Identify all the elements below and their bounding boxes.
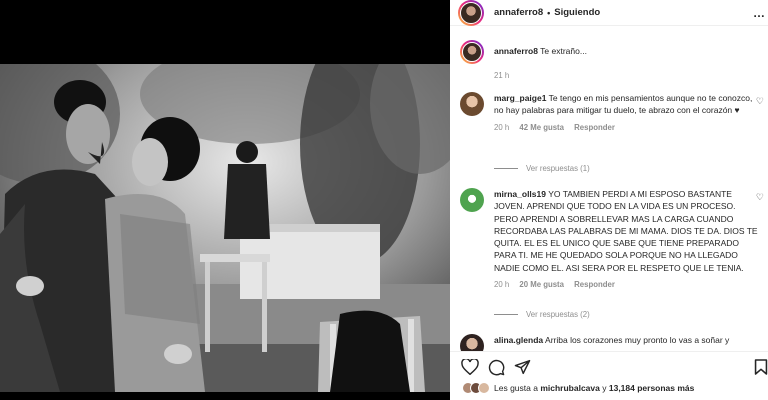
commenter-avatar[interactable] (460, 334, 484, 351)
comment-time[interactable]: 20 h (494, 280, 509, 289)
header-separator: • (547, 7, 551, 18)
post-media (0, 0, 450, 400)
liker-avatar (478, 382, 490, 394)
author-username[interactable]: annaferro8 (494, 7, 543, 18)
comment-username[interactable]: marg_paige1 (494, 93, 546, 103)
author-avatar[interactable] (458, 0, 484, 26)
comment-item: mirna_olls19 YO TAMBIEN PERDI A MI ESPOS… (460, 188, 764, 289)
view-replies-label: Ver respuestas (2) (526, 310, 590, 319)
reply-button[interactable]: Responder (574, 280, 615, 289)
comment-bubble-icon[interactable] (486, 357, 506, 377)
likes-prefix: Les gusta a (494, 383, 538, 393)
like-comment-icon[interactable]: ♡ (756, 96, 764, 107)
post-sidebar: annaferro8 • Siguiendo … annaferro8 Te e… (450, 0, 768, 400)
caption: annaferro8 Te extraño... 21 h (460, 40, 760, 80)
caption-username[interactable]: annaferro8 (494, 46, 538, 56)
comment-text: Arriba los corazones muy pronto lo vas a… (545, 335, 730, 345)
comment-text: YO TAMBIEN PERDI A MI ESPOSO BASTANTE JO… (494, 189, 758, 273)
like-comment-icon[interactable]: ♡ (756, 192, 764, 203)
view-replies-label: Ver respuestas (1) (526, 164, 590, 173)
post-actions-bar: Les gusta a michrubalcava y 13,184 perso… (450, 351, 768, 400)
replies-line (494, 314, 518, 315)
view-replies-button[interactable]: Ver respuestas (1) (494, 164, 590, 173)
comment-username[interactable]: mirna_olls19 (494, 189, 546, 199)
post-header: annaferro8 • Siguiendo … (450, 0, 768, 26)
liked-by-username[interactable]: michrubalcava (540, 383, 600, 393)
caption-avatar[interactable] (460, 40, 484, 64)
likes-middle: y (602, 383, 607, 393)
reply-button[interactable]: Responder (574, 123, 615, 132)
comment-username[interactable]: alina.glenda (494, 335, 543, 345)
commenter-avatar[interactable] (460, 92, 484, 116)
likes-count[interactable]: 13,184 personas más (609, 383, 695, 393)
more-options-icon[interactable]: … (753, 6, 766, 20)
likes-summary: Les gusta a michrubalcava y 13,184 perso… (450, 382, 768, 394)
follow-button[interactable]: Siguiendo (554, 7, 600, 18)
caption-text: Te extraño... (540, 46, 587, 56)
view-replies-button[interactable]: Ver respuestas (2) (494, 310, 590, 319)
save-bookmark-icon[interactable] (754, 358, 768, 376)
comment-likes[interactable]: 20 Me gusta (519, 280, 564, 289)
comment-likes[interactable]: 42 Me gusta (519, 123, 564, 132)
comment-time[interactable]: 20 h (494, 123, 509, 132)
comment-item: marg_paige1 Te tengo en mis pensamientos… (460, 92, 764, 132)
caption-time[interactable]: 21 h (494, 71, 509, 80)
photo-image (0, 64, 450, 392)
replies-line (494, 168, 518, 169)
comment-item: alina.glenda Arriba los corazones muy pr… (460, 334, 760, 351)
commenter-avatar[interactable] (460, 188, 484, 212)
post-photo[interactable] (0, 64, 450, 392)
share-send-icon[interactable] (512, 357, 532, 377)
like-heart-icon[interactable] (460, 357, 480, 377)
comments-list[interactable]: annaferro8 Te extraño... 21 h marg_paige… (450, 36, 768, 351)
